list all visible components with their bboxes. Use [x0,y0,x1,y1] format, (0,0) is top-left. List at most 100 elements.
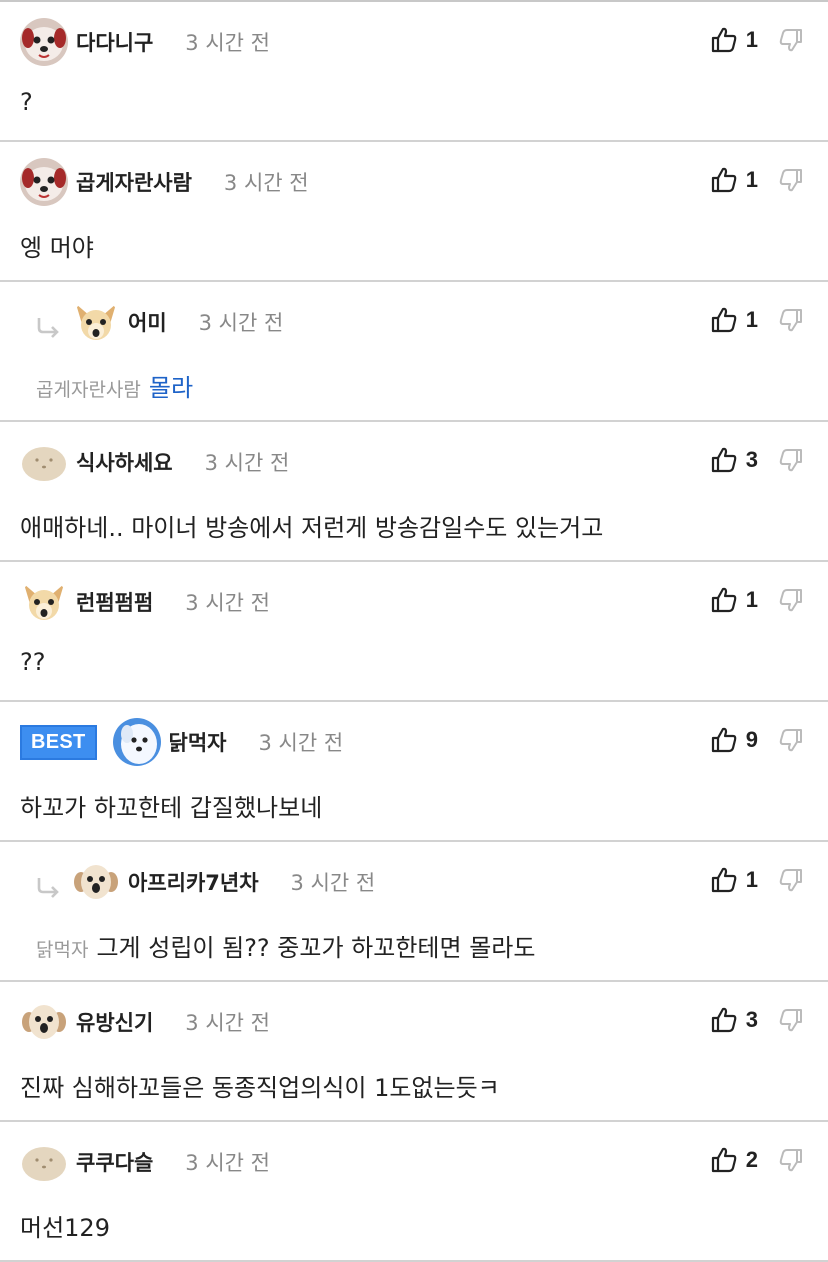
comment: 식사하세요 3 시간 전 3 애매하네.. 마이너 방송에서 저런게 방송감일수도 있… [0,422,828,562]
thumbs-up-icon[interactable] [710,166,738,194]
timestamp: 3 시간 전 [185,1011,270,1035]
comment: BEST 닭먹자 3 시간 전 9 하꼬가 하꼬한테 갑질했나보네 [0,702,828,842]
vote-controls: 3 [710,446,804,474]
timestamp: 3 시간 전 [258,731,344,755]
like-count: 3 [745,447,758,472]
thumbs-up-icon[interactable] [710,586,738,614]
thumbs-down-icon[interactable] [778,727,804,753]
blob-avatar[interactable] [20,438,68,486]
timestamp: 3 시간 전 [185,1151,270,1175]
reply-comment: 아프리카7년차 3 시간 전 1 닭먹자 그게 성립이 됨?? 중꼬가 하꼬한테면 몰라… [0,842,828,982]
vote-controls: 1 [710,166,804,194]
comment-body: ?? [20,648,46,676]
reply-mention[interactable]: 닭먹자 [36,939,88,961]
author-name[interactable]: 런펌펌펌 [76,587,153,617]
author-name[interactable]: 곱게자란사람 [76,167,192,197]
comment-text: 하꼬가 하꼬한테 갑질했나보네 [20,788,808,823]
chihuahua-avatar[interactable] [20,578,68,626]
timestamp: 3 시간 전 [185,591,270,615]
thumbs-down-icon[interactable] [778,587,804,613]
comment: 유방신기 3 시간 전 3 진짜 심해하꼬들은 동종직업의식이 1도없는듯ㅋ [0,982,828,1122]
like-count: 2 [745,1147,758,1172]
reply-body: 몰라 [148,374,194,402]
chihuahua-avatar[interactable] [72,298,120,346]
thumbs-up-icon[interactable] [710,1146,738,1174]
timestamp: 3 시간 전 [223,171,309,195]
comment-header: BEST 닭먹자 3 시간 전 [20,718,808,766]
timestamp: 3 시간 전 [185,31,270,55]
best-badge: BEST [20,724,97,760]
thumbs-up-icon[interactable] [710,306,738,334]
reply-mention[interactable]: 곱게자란사람 [36,379,141,401]
vote-controls: 1 [710,306,804,334]
author-name[interactable]: 닭먹자 [169,727,227,757]
like-count: 1 [745,587,758,612]
thumbs-up-icon[interactable] [710,26,738,54]
vote-controls: 3 [710,1006,804,1034]
thumbs-up-icon[interactable] [710,446,738,474]
thumbs-down-icon[interactable] [778,447,804,473]
author-name[interactable]: 유방신기 [76,1007,153,1037]
comment: 런펌펌펌 3 시간 전 1?? [0,562,828,702]
comment: 다다니구 3 시간 전 1? [0,2,828,142]
author-name[interactable]: 식사하세요 [76,447,173,477]
like-count: 1 [745,27,758,52]
comment: 곱게자란사람 3 시간 전 1 엥 머야 [0,142,828,282]
thumbs-down-icon[interactable] [778,867,804,893]
like-count: 1 [745,167,758,192]
comment-header: 쿠쿠다슬 3 시간 전 [20,1138,808,1186]
comment-body: 하꼬가 하꼬한테 갑질했나보네 [20,794,323,822]
thumbs-down-icon[interactable] [778,27,804,53]
vote-controls: 9 [710,726,804,754]
vote-controls: 1 [710,866,804,894]
comment-text: 진짜 심해하꼬들은 동종직업의식이 1도없는듯ㅋ [20,1068,808,1103]
comment-text: ? [20,88,808,116]
vote-controls: 1 [710,586,804,614]
comment-text: 애매하네.. 마이너 방송에서 저런게 방송감일수도 있는거고 [20,508,808,543]
vote-controls: 2 [710,1146,804,1174]
thumbs-up-icon[interactable] [710,1006,738,1034]
comment-header: 런펌펌펌 3 시간 전 [20,578,808,626]
comment-body: 머선129 [20,1214,110,1242]
comment-body: ? [20,88,33,116]
author-name[interactable]: 어미 [128,307,167,337]
thumbs-down-icon[interactable] [778,307,804,333]
comment-body: 애매하네.. 마이너 방송에서 저런게 방송감일수도 있는거고 [20,514,604,542]
vote-controls: 1 [710,26,804,54]
timestamp: 3 시간 전 [198,311,284,335]
white-dog-avatar[interactable] [112,718,161,766]
like-count: 3 [745,1007,758,1032]
dog-face-avatar[interactable] [20,18,68,66]
comment: 쿠쿠다슬 3 시간 전 2 머선129 [0,1122,828,1262]
reply-body: 그게 성립이 됨?? 중꼬가 하꼬한테면 몰라도 [96,934,536,962]
author-name[interactable]: 다다니구 [76,27,153,57]
comment-text: 곱게자란사람 몰라 [36,368,808,403]
timestamp: 3 시간 전 [290,871,376,895]
puppy-avatar[interactable] [72,858,120,906]
like-count: 1 [745,307,758,332]
puppy-avatar[interactable] [20,998,68,1046]
dog-face-avatar[interactable] [20,158,68,206]
thumbs-up-icon[interactable] [710,866,738,894]
comment-header: 아프리카7년차 3 시간 전 [34,858,808,906]
comment-text: 닭먹자 그게 성립이 됨?? 중꼬가 하꼬한테면 몰라도 [36,928,808,963]
thumbs-down-icon[interactable] [778,1007,804,1033]
timestamp: 3 시간 전 [204,451,290,475]
thumbs-up-icon[interactable] [710,726,738,754]
reply-comment: 어미 3 시간 전 1 곱게자란사람 몰라 [0,282,828,422]
like-count: 1 [745,867,758,892]
thumbs-down-icon[interactable] [778,1147,804,1173]
reply-arrow-icon [34,874,62,902]
comment-header: 식사하세요 3 시간 전 [20,438,808,486]
author-name[interactable]: 아프리카7년차 [128,867,259,897]
comment-header: 어미 3 시간 전 [34,298,808,346]
thumbs-down-icon[interactable] [778,167,804,193]
author-name[interactable]: 쿠쿠다슬 [76,1147,153,1177]
reply-arrow-icon [34,314,62,342]
comment-list: 다다니구 3 시간 전 1? 곱게자란사람 3 시간 전1엥 머야 어미 3 시간 전 1 곱게… [0,2,828,1262]
comment-body: 진짜 심해하꼬들은 동종직업의식이 1도없는듯ㅋ [20,1074,500,1102]
comment-text: ?? [20,648,808,676]
comment-text: 엥 머야 [20,228,808,263]
blob-avatar[interactable] [20,1138,68,1186]
comment-header: 곱게자란사람 3 시간 전 [20,158,808,206]
